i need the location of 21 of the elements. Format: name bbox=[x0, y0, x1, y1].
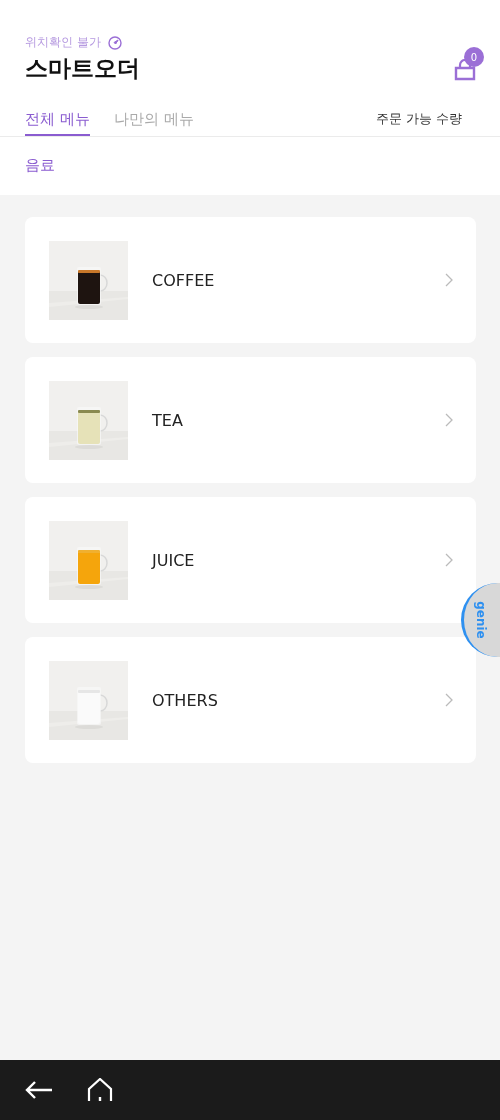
back-arrow-icon[interactable] bbox=[25, 1080, 53, 1100]
category-label[interactable]: 음료 bbox=[25, 156, 55, 174]
menu-card[interactable]: TEA bbox=[25, 357, 476, 483]
location-status: 위치확인 불가 bbox=[25, 34, 101, 51]
chevron-right-icon bbox=[445, 273, 453, 287]
compass-icon[interactable] bbox=[107, 35, 122, 50]
home-icon[interactable] bbox=[87, 1078, 113, 1102]
menu-item-name: OTHERS bbox=[152, 690, 219, 710]
cart-count-badge: 0 bbox=[464, 47, 484, 67]
page-title: 스마트오더 bbox=[25, 53, 140, 83]
menu-tab[interactable]: 전체 메뉴 bbox=[25, 110, 90, 136]
menu-item-name: TEA bbox=[152, 410, 184, 430]
menu-card[interactable]: COFFEE bbox=[25, 217, 476, 343]
menu-item-name: COFFEE bbox=[152, 270, 216, 290]
menu-card[interactable]: OTHERS bbox=[25, 637, 476, 763]
order-quantity-link[interactable]: 주문 가능 수량 bbox=[375, 110, 462, 136]
chevron-right-icon bbox=[445, 693, 453, 707]
chevron-right-icon bbox=[445, 553, 453, 567]
shopping-bag-icon[interactable] bbox=[453, 59, 477, 81]
chevron-right-icon bbox=[445, 413, 453, 427]
menu-item-name: JUICE bbox=[152, 550, 196, 570]
